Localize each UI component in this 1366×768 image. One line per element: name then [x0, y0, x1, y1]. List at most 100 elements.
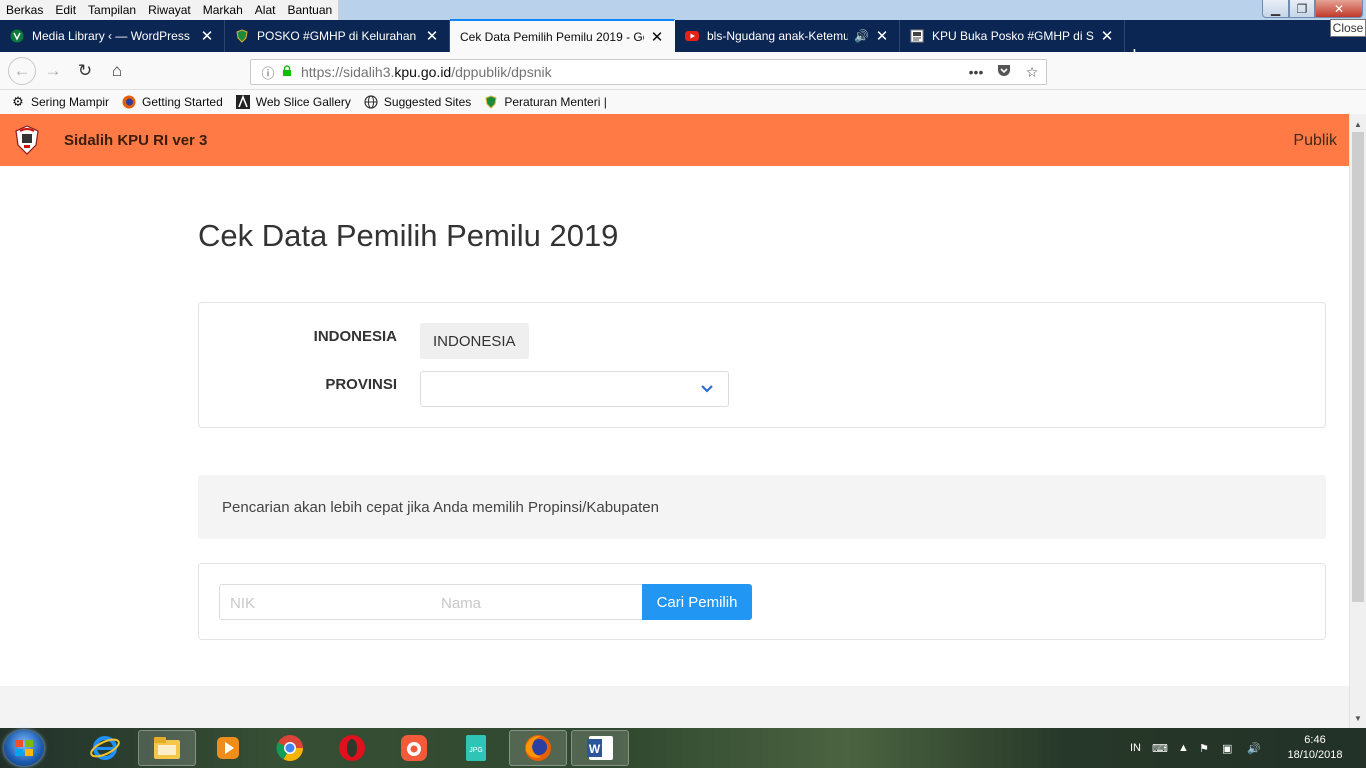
page-viewport: Sidalih KPU RI ver 3 Publik Cek Data Pem… [0, 114, 1349, 728]
news-favicon [910, 29, 924, 43]
back-arrow-icon: ← [13, 61, 31, 80]
media-player-icon[interactable] [199, 730, 257, 766]
wordpress-favicon [10, 29, 24, 43]
word-icon[interactable]: W [571, 730, 629, 766]
tab-label: Media Library ‹ — WordPress [32, 29, 190, 43]
language-code: IN [1130, 742, 1141, 754]
tab-strip: Media Library ‹ — WordPress ✕ POSKO #GMH… [0, 19, 1366, 66]
tab-posko[interactable]: POSKO #GMHP di Kelurahan | ✕ [225, 20, 450, 52]
site-brand[interactable]: Sidalih KPU RI ver 3 [64, 132, 207, 149]
speaker-icon[interactable]: 🔊 [854, 29, 869, 43]
close-tab-icon[interactable]: ✕ [425, 27, 439, 45]
volume-icon[interactable]: 🔊 [1247, 728, 1261, 768]
search-card: NIK Nama Cari Pemilih [198, 563, 1326, 640]
page-scrollbar[interactable]: ▲ ▼ [1349, 114, 1366, 728]
menu-bar: Berkas Edit Tampilan Riwayat Markah Alat… [0, 0, 340, 20]
menu-edit[interactable]: Edit [49, 0, 82, 20]
nik-input[interactable]: NIK [219, 584, 432, 620]
url-prefix: https://sidalih3. [301, 64, 395, 80]
youtube-favicon [685, 29, 699, 43]
tab-media-library[interactable]: Media Library ‹ — WordPress ✕ [0, 20, 225, 52]
internet-explorer-icon[interactable] [76, 730, 134, 766]
minimize-button[interactable]: ▁ [1262, 0, 1289, 18]
globe-icon [363, 94, 379, 110]
tab-label: POSKO #GMHP di Kelurahan | [257, 29, 419, 43]
bookmark-star-icon[interactable]: ☆ [1018, 64, 1046, 81]
province-select[interactable] [420, 371, 729, 407]
home-icon: ⌂ [111, 61, 123, 80]
keyboard-icon[interactable]: ⌨ [1152, 728, 1168, 768]
page-actions-icon[interactable]: ••• [962, 64, 990, 80]
tab-youtube[interactable]: bls-Ngudang anak-Ketemu 🔊 ✕ [675, 20, 900, 52]
bookmark-label: Web Slice Gallery [255, 95, 351, 109]
scroll-down-icon[interactable]: ▼ [1350, 710, 1366, 726]
close-icon: ✕ [1333, 1, 1345, 16]
tab-label: bls-Ngudang anak-Ketemu [707, 29, 849, 43]
url-text[interactable]: https://sidalih3.kpu.go.id/dppublik/dpsn… [301, 64, 962, 80]
url-bar[interactable]: ⓘ https://sidalih3.kpu.go.id/dppublik/dp… [250, 59, 1047, 85]
close-tab-icon[interactable]: ✕ [650, 28, 664, 46]
jpg-converter-icon[interactable]: JPG [447, 730, 505, 766]
menu-berkas[interactable]: Berkas [0, 0, 49, 20]
tab-cek-data-pemilih[interactable]: Cek Data Pemilih Pemilu 2019 - Go ✕ [450, 19, 675, 52]
close-window-button[interactable]: ✕ [1315, 0, 1363, 18]
page-footer [0, 686, 1349, 728]
nav-toolbar: ← → ↻ ⌂ ⓘ https://sidalih3.kpu.go.id/dpp… [0, 52, 1366, 133]
close-tab-icon[interactable]: ✕ [875, 27, 889, 45]
menu-alat[interactable]: Alat [249, 0, 282, 20]
lock-icon[interactable] [279, 64, 295, 80]
country-label: INDONESIA [313, 328, 397, 345]
opera-icon[interactable] [323, 730, 381, 766]
bookmark-web-slice-gallery[interactable]: Web Slice Gallery [235, 94, 351, 110]
bookmark-sering-mampir[interactable]: ⚙ Sering Mampir [10, 94, 109, 110]
minimize-icon: ▁ [1270, 1, 1281, 16]
taskbar: JPG W IN ⌨ ▲ ⚑ ▣ 🔊 6:46 18/10/2018 [0, 728, 1366, 768]
action-center-flag-icon[interactable]: ⚑ [1199, 728, 1209, 768]
site-header: Sidalih KPU RI ver 3 Publik [0, 114, 1349, 166]
file-explorer-icon[interactable] [138, 730, 196, 766]
camera-app-icon[interactable] [385, 730, 443, 766]
gear-icon: ⚙ [12, 94, 24, 109]
menu-markah[interactable]: Markah [197, 0, 249, 20]
reload-button[interactable]: ↻ [73, 60, 97, 82]
forward-arrow-icon: → [44, 61, 62, 80]
start-button[interactable] [4, 730, 44, 766]
menu-riwayat[interactable]: Riwayat [142, 0, 197, 20]
cari-pemilih-button[interactable]: Cari Pemilih [642, 584, 752, 620]
close-tab-icon[interactable]: ✕ [200, 27, 214, 45]
bookmark-suggested-sites[interactable]: Suggested Sites [363, 94, 471, 110]
info-icon[interactable]: ⓘ [257, 63, 279, 82]
close-tab-icon[interactable]: ✕ [1100, 27, 1114, 45]
maximize-button[interactable]: ❐ [1289, 0, 1315, 18]
tab-label: Cek Data Pemilih Pemilu 2019 - Go [460, 29, 644, 44]
system-clock[interactable]: 6:46 18/10/2018 [1270, 733, 1360, 763]
chrome-icon[interactable] [261, 730, 319, 766]
search-tip: Pencarian akan lebih cepat jika Anda mem… [198, 475, 1326, 539]
show-hidden-icons[interactable]: ▲ [1178, 728, 1189, 768]
tab-label: KPU Buka Posko #GMHP di Set [932, 29, 1094, 43]
home-button[interactable]: ⌂ [105, 60, 129, 82]
scroll-up-icon[interactable]: ▲ [1350, 116, 1366, 132]
bookmark-getting-started[interactable]: Getting Started [121, 94, 223, 110]
webslice-icon [235, 94, 251, 110]
reload-icon: ↻ [77, 61, 93, 80]
network-icon[interactable]: ▣ [1222, 728, 1232, 768]
nama-input[interactable]: Nama [431, 584, 643, 620]
tab-kpu-posko[interactable]: KPU Buka Posko #GMHP di Set ✕ [900, 20, 1125, 52]
restore-icon: ❐ [1296, 1, 1308, 16]
kpu-logo[interactable] [14, 125, 40, 155]
page-title: Cek Data Pemilih Pemilu 2019 [198, 218, 619, 253]
bookmark-peraturan-menteri[interactable]: Peraturan Menteri | [483, 94, 607, 110]
pocket-icon[interactable] [990, 64, 1018, 80]
nav-publik-link[interactable]: Publik [1293, 132, 1337, 150]
menu-tampilan[interactable]: Tampilan [82, 0, 142, 20]
forward-button[interactable]: → [41, 60, 65, 82]
back-button[interactable]: ← [8, 57, 36, 85]
clock-time: 6:46 [1304, 734, 1326, 746]
language-indicator[interactable]: IN [1130, 728, 1141, 768]
scroll-thumb[interactable] [1352, 132, 1364, 602]
firefox-icon[interactable] [509, 730, 567, 766]
windows-logo-icon [15, 740, 33, 756]
svg-text:W: W [589, 742, 601, 756]
menu-bantuan[interactable]: Bantuan [281, 0, 338, 20]
